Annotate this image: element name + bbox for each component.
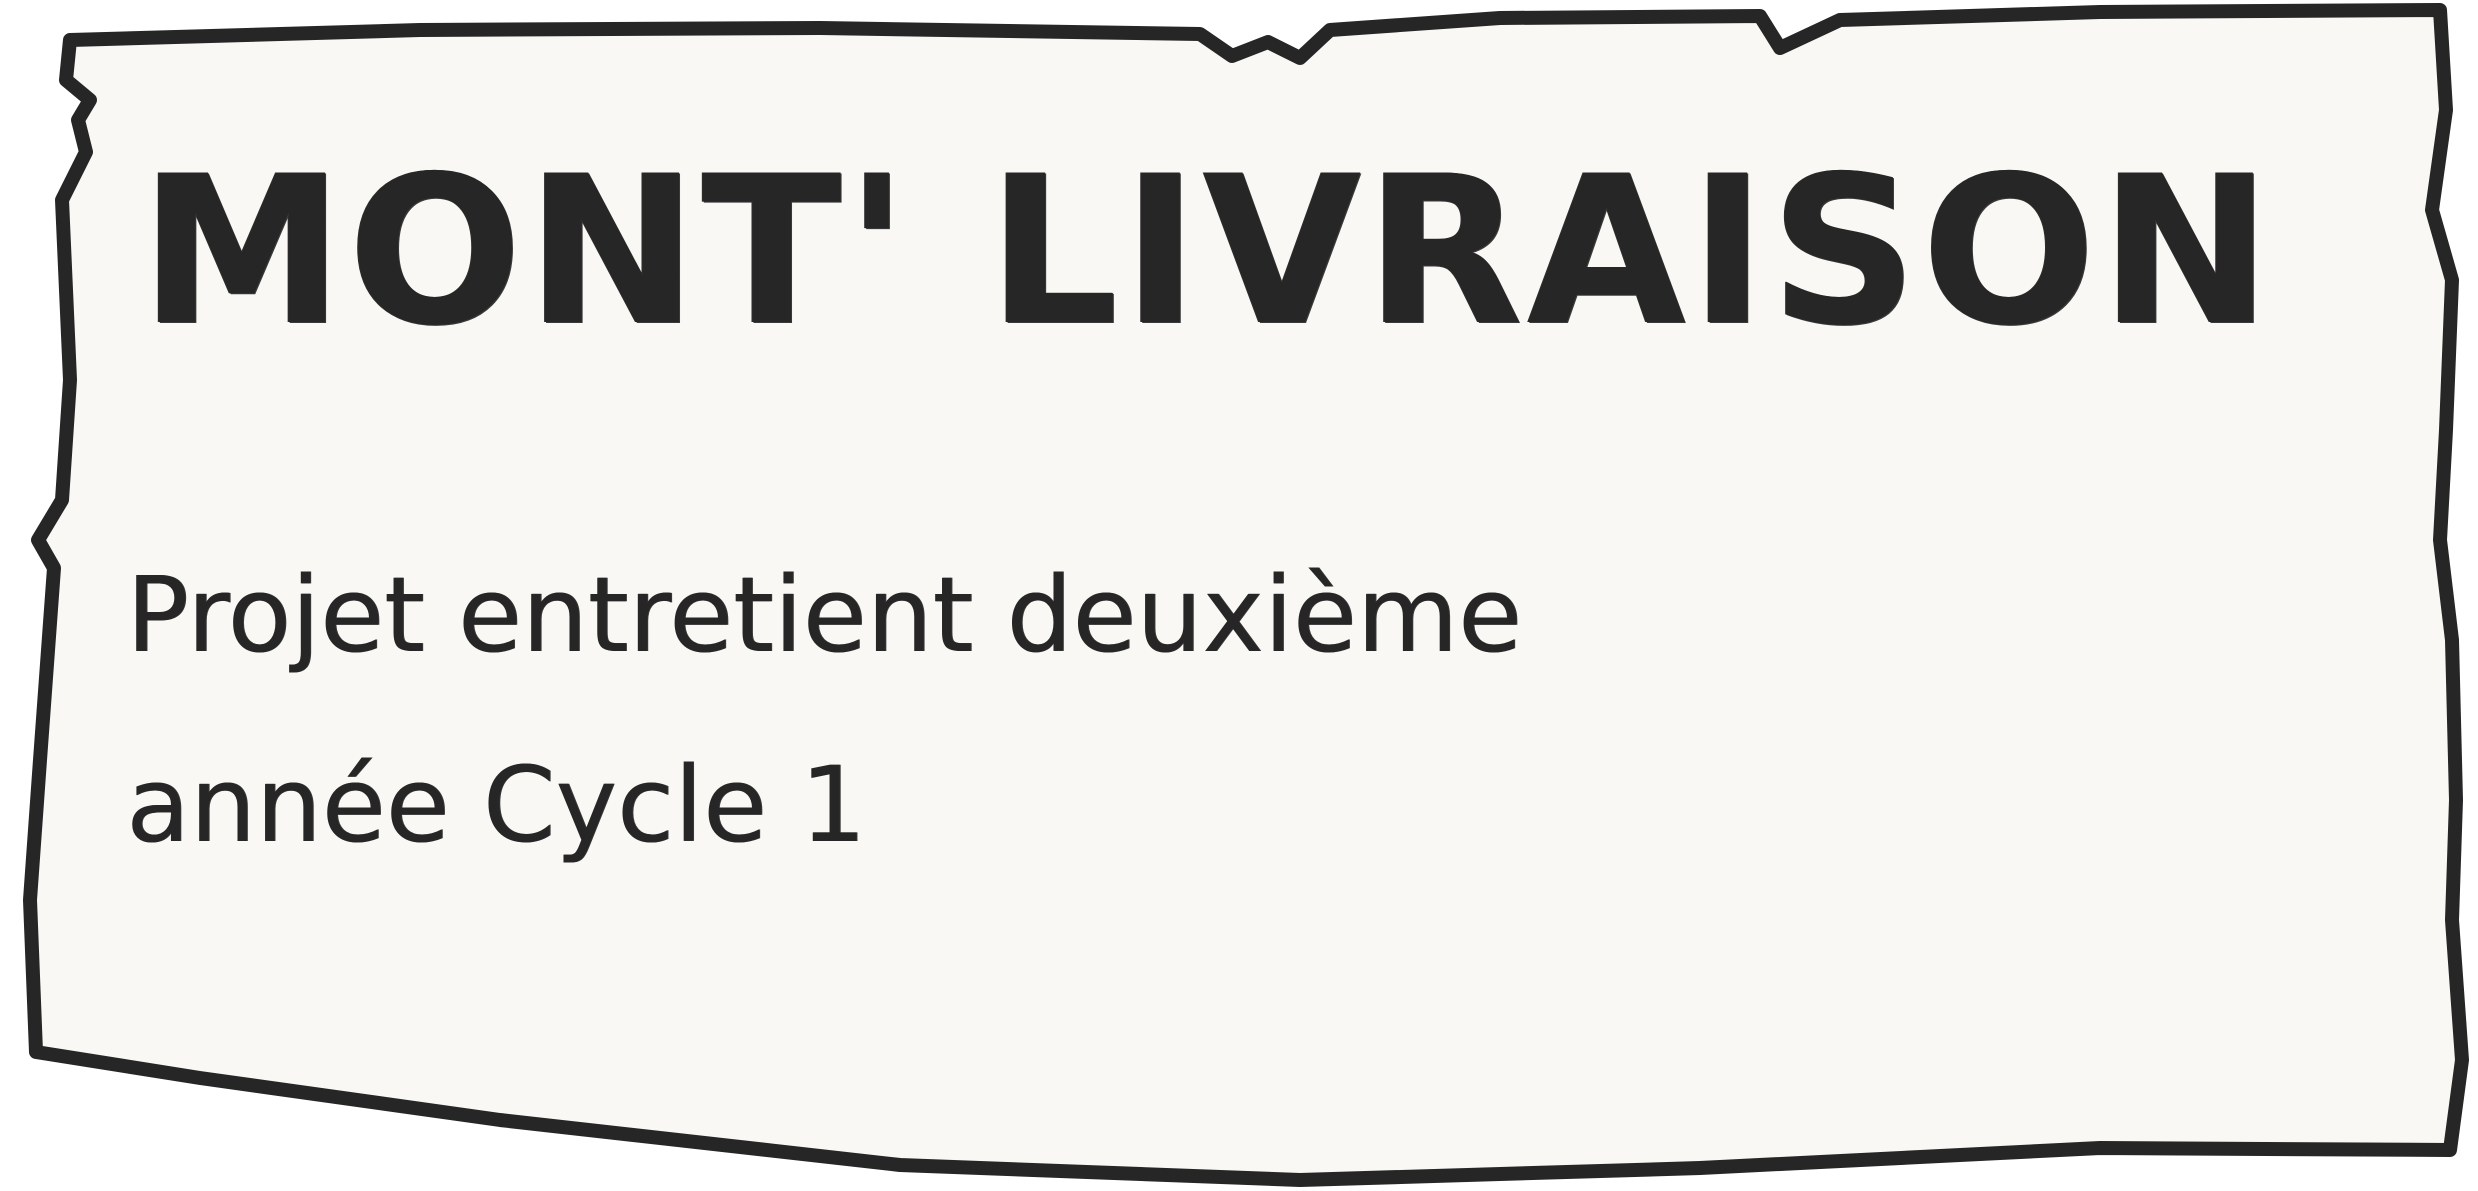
page: MONT' LIVRAISON Projet entretient deuxiè… — [0, 0, 2478, 1191]
card-subtitle: Projet entretient deuxième année Cycle 1 — [126, 554, 1522, 866]
card-title: MONT' LIVRAISON — [140, 133, 2276, 371]
